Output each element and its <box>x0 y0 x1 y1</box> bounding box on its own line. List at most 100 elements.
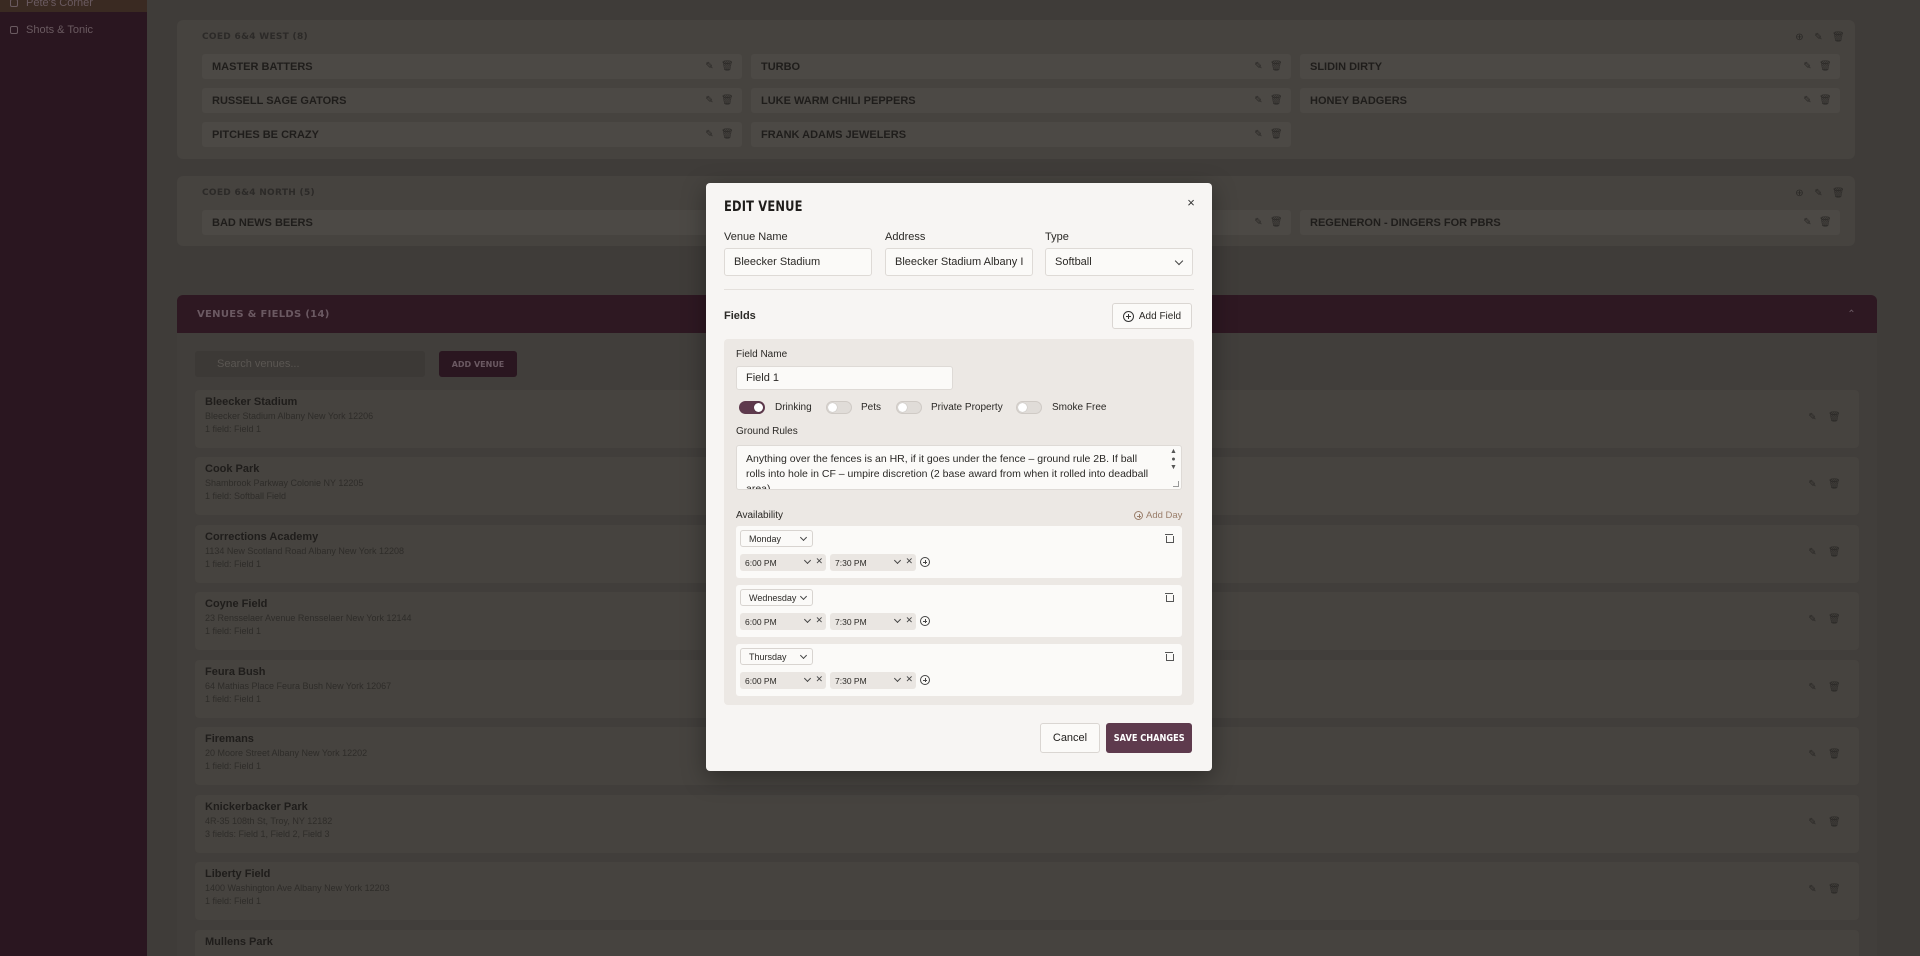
trash-icon[interactable]: 🗑 <box>1828 479 1841 490</box>
venue-name-label: Venue Name <box>724 231 788 243</box>
edit-icon[interactable]: ✎ <box>1802 95 1813 106</box>
clear-icon[interactable]: ✕ <box>905 615 913 626</box>
save-changes-button[interactable]: SAVE CHANGES <box>1106 723 1192 753</box>
trash-icon[interactable]: 🗑 <box>1828 884 1841 895</box>
end-time-select[interactable]: 7:30 PM ✕ <box>830 613 916 630</box>
add-time-slot-icon[interactable] <box>920 616 930 626</box>
trash-icon[interactable]: 🗑 <box>1828 682 1841 693</box>
trash-icon[interactable]: 🗑 <box>721 95 734 106</box>
team-card[interactable]: HONEY BADGERS ✎ 🗑 <box>1300 88 1840 113</box>
smoke-free-toggle[interactable] <box>1016 401 1042 414</box>
edit-icon[interactable]: ✎ <box>1253 61 1264 72</box>
trash-icon[interactable]: 🗑 <box>1828 614 1841 625</box>
edit-icon[interactable]: ✎ <box>1802 61 1813 72</box>
edit-icon[interactable]: ✎ <box>1802 217 1813 228</box>
edit-icon[interactable]: ✎ <box>1253 129 1264 140</box>
edit-icon[interactable]: ✎ <box>1813 32 1824 43</box>
trash-icon[interactable]: 🗑 <box>1832 188 1845 199</box>
edit-icon[interactable]: ✎ <box>1813 188 1824 199</box>
team-card[interactable]: RUSSELL SAGE GATORS ✎ 🗑 <box>202 88 742 113</box>
add-day-button[interactable]: Add Day <box>1134 510 1182 521</box>
add-icon[interactable]: ⊕ <box>1794 32 1805 43</box>
clear-icon[interactable]: ✕ <box>815 674 823 685</box>
trash-icon[interactable]: 🗑 <box>1832 32 1845 43</box>
edit-icon[interactable]: ✎ <box>1807 547 1818 558</box>
sidebar-item-shots-tonic[interactable]: Shots & Tonic <box>10 24 93 36</box>
venue-row[interactable]: Mullens Park <box>195 930 1859 956</box>
add-time-slot-icon[interactable] <box>920 557 930 567</box>
start-time-select[interactable]: 6:00 PM ✕ <box>740 554 826 571</box>
trash-icon[interactable]: 🗑 <box>1819 217 1832 228</box>
trash-icon[interactable] <box>1165 533 1174 543</box>
resize-handle[interactable] <box>1173 481 1179 487</box>
venue-row[interactable]: Knickerbacker Park 4R-35 108th St, Troy, … <box>195 795 1859 853</box>
end-time-select[interactable]: 7:30 PM ✕ <box>830 672 916 689</box>
add-field-button[interactable]: Add Field <box>1112 303 1192 329</box>
edit-icon[interactable]: ✎ <box>1807 884 1818 895</box>
close-button[interactable]: × <box>1183 195 1199 211</box>
edit-icon[interactable]: ✎ <box>704 95 715 106</box>
team-card[interactable]: TURBO ✎ 🗑 <box>751 54 1291 79</box>
edit-icon[interactable]: ✎ <box>1807 479 1818 490</box>
trash-icon[interactable]: 🗑 <box>1828 547 1841 558</box>
start-time-select[interactable]: 6:00 PM ✕ <box>740 613 826 630</box>
trash-icon[interactable]: 🗑 <box>1270 129 1283 140</box>
clear-icon[interactable]: ✕ <box>815 615 823 626</box>
edit-icon[interactable]: ✎ <box>1807 682 1818 693</box>
add-time-slot-icon[interactable] <box>920 675 930 685</box>
team-card[interactable]: SLIDIN DIRTY ✎ 🗑 <box>1300 54 1840 79</box>
team-card[interactable]: PITCHES BE CRAZY ✎ 🗑 <box>202 122 742 147</box>
ground-rules-textarea[interactable]: Anything over the fences is an HR, if it… <box>736 445 1182 490</box>
trash-icon[interactable]: 🗑 <box>1828 412 1841 423</box>
add-day-label: Add Day <box>1146 510 1183 521</box>
address-input[interactable]: Bleecker Stadium Albany I <box>885 248 1033 276</box>
trash-icon[interactable]: 🗑 <box>1270 95 1283 106</box>
sidebar-item-petes-corner[interactable]: Pete's Corner <box>0 0 147 12</box>
trash-icon[interactable]: 🗑 <box>1819 95 1832 106</box>
chevron-up-icon[interactable]: ⌃ <box>1846 309 1857 320</box>
trash-icon[interactable]: 🗑 <box>721 129 734 140</box>
trash-icon[interactable]: 🗑 <box>721 61 734 72</box>
edit-icon[interactable]: ✎ <box>1807 749 1818 760</box>
day-select[interactable]: Thursday <box>740 648 813 665</box>
cancel-button[interactable]: Cancel <box>1040 723 1100 753</box>
edit-icon[interactable]: ✎ <box>1807 614 1818 625</box>
type-select[interactable]: Softball <box>1045 248 1193 276</box>
trash-icon[interactable]: 🗑 <box>1828 749 1841 760</box>
trash-icon[interactable]: 🗑 <box>1828 817 1841 828</box>
day-select[interactable]: Monday <box>740 530 813 547</box>
trash-icon[interactable]: 🗑 <box>1270 61 1283 72</box>
field-name-input[interactable]: Field 1 <box>736 366 953 390</box>
edit-icon[interactable]: ✎ <box>1253 95 1264 106</box>
edit-icon[interactable]: ✎ <box>1807 817 1818 828</box>
venue-name-input[interactable]: Bleecker Stadium <box>724 248 872 276</box>
clear-icon[interactable]: ✕ <box>905 556 913 567</box>
day-select[interactable]: Wednesday <box>740 589 813 606</box>
team-card[interactable]: FRANK ADAMS JEWELERS ✎ 🗑 <box>751 122 1291 147</box>
team-name: LUKE WARM CHILI PEPPERS <box>761 94 916 107</box>
venue-row[interactable]: Liberty Field 1400 Washington Ave Albany … <box>195 862 1859 920</box>
team-card[interactable]: LUKE WARM CHILI PEPPERS ✎ 🗑 <box>751 88 1291 113</box>
end-time-select[interactable]: 7:30 PM ✕ <box>830 554 916 571</box>
edit-icon[interactable]: ✎ <box>1253 217 1264 228</box>
drinking-toggle[interactable] <box>739 401 765 414</box>
trash-icon[interactable] <box>1165 592 1174 602</box>
clear-icon[interactable]: ✕ <box>815 556 823 567</box>
trash-icon[interactable] <box>1165 651 1174 661</box>
edit-icon[interactable]: ✎ <box>1807 412 1818 423</box>
pets-toggle[interactable] <box>826 401 852 414</box>
private-property-toggle[interactable] <box>896 401 922 414</box>
trash-icon[interactable]: 🗑 <box>1270 217 1283 228</box>
venue-search-input[interactable]: Search venues... <box>195 351 425 377</box>
add-venue-button[interactable]: ADD VENUE <box>439 351 517 377</box>
clear-icon[interactable]: ✕ <box>905 674 913 685</box>
scrollbar[interactable]: ▲ ● ▼ <box>1169 448 1178 472</box>
team-card[interactable]: REGENERON - DINGERS FOR PBRS ✎ 🗑 <box>1300 210 1840 235</box>
team-card[interactable]: BAD NEWS BEERS✎🗑 <box>202 210 742 235</box>
trash-icon[interactable]: 🗑 <box>1819 61 1832 72</box>
team-card[interactable]: MASTER BATTERS ✎ 🗑 <box>202 54 742 79</box>
edit-icon[interactable]: ✎ <box>704 61 715 72</box>
add-icon[interactable]: ⊕ <box>1794 188 1805 199</box>
start-time-select[interactable]: 6:00 PM ✕ <box>740 672 826 689</box>
edit-icon[interactable]: ✎ <box>704 129 715 140</box>
